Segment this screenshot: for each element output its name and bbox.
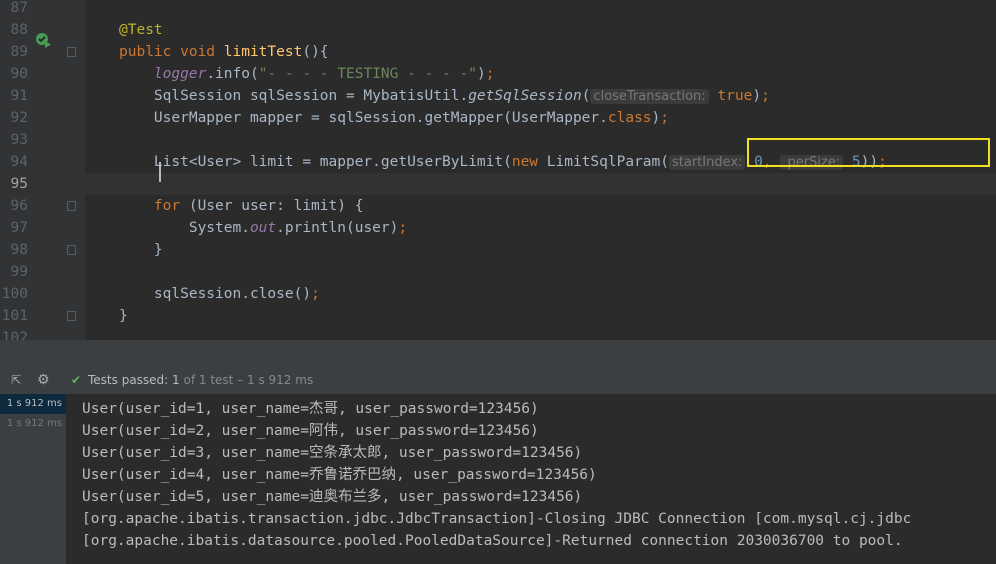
code-line[interactable]: 92 UserMapper mapper = sqlSession.getMap… (0, 107, 996, 129)
code-line[interactable]: 101} (0, 305, 996, 327)
code-token: List<User> limit = mapper.getUserByLimit… (119, 154, 512, 170)
code-token: .println(user) (276, 220, 399, 236)
tests-passed-count: 1 (172, 373, 180, 387)
console-line: User(user_id=4, user_name=乔鲁诺乔巴纳, user_p… (82, 467, 597, 483)
console-line: User(user_id=2, user_name=阿伟, user_passw… (82, 423, 539, 439)
code-editor[interactable]: 87 88 @Test 89 public void limitTest(){ 90 lo… (0, 0, 996, 346)
line-number: 93 (10, 132, 28, 148)
code-token: } (119, 242, 163, 258)
line-number: 97 (10, 220, 28, 236)
console-line: User(user_id=3, user_name=空条承太郎, user_pa… (82, 445, 583, 461)
code-token: SqlSession sqlSession = MybatisUtil. (119, 88, 469, 104)
code-token: ; (761, 88, 770, 104)
code-line[interactable]: 96 for (User user: limit) { (0, 195, 996, 217)
restore-icon[interactable]: ⇱ (11, 367, 21, 394)
code-token: ; (485, 66, 495, 82)
code-token: public void (119, 44, 224, 60)
code-line[interactable]: 89 public void limitTest(){ (0, 41, 996, 63)
console-line: User(user_id=1, user_name=杰哥, user_passw… (82, 401, 539, 417)
code-token: .info( (206, 66, 259, 82)
line-number: 101 (1, 308, 28, 324)
code-line[interactable]: 99 (0, 261, 996, 283)
code-token: "- - - - TESTING - - - -" (258, 66, 477, 82)
code-line[interactable]: 90 logger.info("- - - - TESTING - - - -"… (0, 63, 996, 85)
code-token: ) (651, 110, 661, 126)
code-line[interactable]: 95 (0, 173, 996, 195)
console-line: [org.apache.ibatis.transaction.jdbc.Jdbc… (82, 511, 912, 527)
test-tree: 1 s 912 ms 1 s 912 ms (0, 394, 66, 564)
code-line[interactable]: 91 SqlSession sqlSession = MybatisUtil.g… (0, 85, 996, 107)
run-test-icon[interactable] (35, 32, 53, 48)
line-number: 94 (10, 154, 28, 170)
console-output[interactable]: User(user_id=1, user_name=杰哥, user_passw… (82, 398, 911, 552)
code-token: sqlSession.close() (119, 286, 312, 302)
text-caret (159, 162, 161, 182)
line-number: 90 (10, 66, 28, 82)
line-number: 87 (10, 0, 28, 16)
panel-divider[interactable] (0, 340, 996, 367)
code-token: ; (660, 110, 669, 126)
code-line[interactable]: 97 System.out.println(user); (0, 217, 996, 239)
test-tree-item[interactable]: 1 s 912 ms (0, 414, 66, 434)
line-number: 96 (10, 198, 28, 214)
console-line: [org.apache.ibatis.datasource.pooled.Poo… (82, 533, 903, 549)
code-token: ; (311, 286, 320, 302)
line-number: 92 (10, 110, 28, 126)
tests-detail: of 1 test – 1 s 912 ms (183, 373, 314, 387)
code-line[interactable]: 88 @Test (0, 19, 996, 41)
console-line: User(user_id=5, user_name=迪奥布兰多, user_pa… (82, 489, 583, 505)
code-token: ) (476, 66, 486, 82)
test-tree-item[interactable]: 1 s 912 ms (0, 394, 66, 414)
code-token: for (119, 198, 189, 214)
code-line[interactable]: 98 } (0, 239, 996, 261)
code-token: (){ (302, 44, 329, 60)
highlight-box (747, 138, 990, 167)
code-token: (User user: limit) { (188, 198, 364, 214)
fold-icon[interactable] (67, 245, 76, 255)
fold-icon[interactable] (67, 47, 76, 57)
parameter-hint: closeTransaction: (590, 89, 709, 104)
code-token: out (249, 220, 277, 236)
code-token: ; (398, 220, 408, 236)
test-status-bar: ⇱ ⚙ ✔ Tests passed: 1 of 1 test – 1 s 91… (0, 367, 996, 394)
fold-icon[interactable] (67, 311, 76, 321)
code-line[interactable]: 87 (0, 0, 996, 19)
code-token: true (708, 88, 753, 104)
code-token: UserMapper mapper = sqlSession.getMapper… (119, 110, 608, 126)
gear-icon[interactable]: ⚙ (37, 367, 50, 394)
code-token: ) (752, 88, 762, 104)
code-token: class (607, 110, 652, 126)
parameter-hint: startIndex: (668, 155, 746, 170)
tests-passed-label: Tests passed: (88, 373, 169, 387)
code-token: } (119, 308, 128, 324)
line-number: 88 (10, 22, 28, 38)
line-number: 89 (10, 44, 28, 60)
line-number: 91 (10, 88, 28, 104)
code-token: logger (153, 66, 207, 82)
code-line[interactable]: 100 sqlSession.close(); (0, 283, 996, 305)
line-number: 95 (10, 176, 28, 192)
line-number: 98 (10, 242, 28, 258)
line-number: 100 (1, 286, 28, 302)
line-number: 99 (10, 264, 28, 280)
check-icon: ✔ (71, 373, 82, 387)
fold-icon[interactable] (67, 201, 76, 211)
code-token: LimitSqlParam( (546, 154, 669, 170)
code-token: new (511, 154, 547, 170)
code-token: System. (119, 220, 250, 236)
code-token: getSqlSession (468, 88, 582, 104)
code-token: @Test (119, 22, 163, 38)
code-token: limitTest (223, 44, 303, 60)
